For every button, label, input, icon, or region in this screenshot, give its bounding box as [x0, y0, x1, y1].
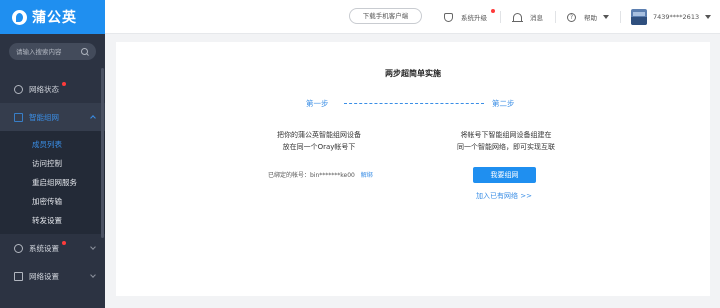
- submenu-item-encrypted-transfer[interactable]: 加密传输: [0, 192, 105, 211]
- chevron-down-icon: [90, 244, 96, 250]
- account-menu[interactable]: 7439****2613: [631, 9, 712, 25]
- logo-text: 蒲公英: [32, 10, 77, 26]
- download-app-button[interactable]: 下载手机客户端: [349, 8, 422, 24]
- step-two-label: 第二步: [492, 99, 515, 108]
- divider: [555, 11, 556, 23]
- sidebar-item-label: 智能组网: [29, 112, 59, 122]
- help-menu[interactable]: ? 帮助: [567, 10, 609, 24]
- network-settings-icon: [14, 271, 23, 281]
- chevron-down-icon: [90, 272, 96, 278]
- system-upgrade-button[interactable]: 系统升级: [444, 9, 495, 24]
- messages-label: 消息: [530, 14, 543, 22]
- sidebar-item-label: 网络设置: [29, 271, 59, 281]
- sidebar-scrollbar[interactable]: [101, 68, 104, 238]
- gear-icon: [14, 243, 23, 253]
- bell-icon: [512, 13, 523, 22]
- network-status-icon: [14, 84, 23, 94]
- sidebar: 蒲公英 网络状态 智能组网 成员列表 访问控制 重启组网服务 加密传输 转发设置…: [0, 0, 105, 308]
- chevron-up-icon: [90, 115, 96, 121]
- sidebar-item-network-status[interactable]: 网络状态: [0, 75, 105, 103]
- bound-account-text: 已绑定的帐号：bin*******ke00: [268, 172, 355, 179]
- submenu-item-restart-service[interactable]: 重启组网服务: [0, 173, 105, 192]
- step-one-line-2: 放在同一个Oray帐号下: [282, 143, 356, 151]
- step-connector-line: [344, 103, 484, 104]
- shield-icon: [444, 12, 453, 22]
- notification-dot: [62, 241, 66, 245]
- app-logo[interactable]: 蒲公英: [0, 0, 105, 34]
- caret-down-icon: [705, 15, 712, 19]
- create-network-button[interactable]: 我要组网: [473, 167, 536, 183]
- unbind-link[interactable]: 解绑: [361, 172, 373, 179]
- step-one-label: 第一步: [306, 99, 329, 108]
- submenu-item-forwarding[interactable]: 转发设置: [0, 211, 105, 230]
- notification-dot: [62, 82, 66, 86]
- step-two-description: 将帐号下智能组网设备组建在 同一个智能网络，即可实现互联: [436, 129, 576, 153]
- system-upgrade-label: 系统升级: [461, 14, 487, 22]
- sidebar-item-system-settings[interactable]: 系统设置: [0, 234, 105, 262]
- main-card: 两步超简单实施 第一步 第二步 把你的蒲公英智能组网设备 放在同一个Oray帐号…: [116, 42, 710, 296]
- submenu: 成员列表 访问控制 重启组网服务 加密传输 转发设置: [0, 131, 105, 234]
- search-icon[interactable]: [81, 47, 89, 56]
- sidebar-item-smart-networking[interactable]: 智能组网: [0, 103, 105, 131]
- notification-dot: [491, 9, 495, 13]
- sidebar-item-network-settings[interactable]: 网络设置: [0, 262, 105, 290]
- sidebar-nav: 网络状态 智能组网 成员列表 访问控制 重启组网服务 加密传输 转发设置 系统设…: [0, 75, 105, 290]
- sidebar-item-label: 网络状态: [29, 84, 59, 94]
- search-input[interactable]: [16, 47, 81, 56]
- avatar: [631, 9, 647, 25]
- page-title: 两步超简单实施: [385, 69, 441, 78]
- divider: [620, 11, 621, 23]
- step-two-line-1: 将帐号下智能组网设备组建在: [460, 131, 552, 139]
- step-two-line-2: 同一个智能网络，即可实现互联: [457, 143, 555, 151]
- account-name: 7439****2613: [653, 13, 700, 21]
- caret-down-icon: [603, 15, 609, 19]
- submenu-item-members[interactable]: 成员列表: [0, 135, 105, 154]
- top-bar: 下载手机客户端 系统升级 消息 ? 帮助 7439****2613: [105, 0, 720, 34]
- smart-networking-icon: [14, 112, 23, 122]
- join-network-link[interactable]: 加入已有网络 >>: [476, 191, 532, 201]
- help-icon: ?: [567, 12, 576, 22]
- messages-button[interactable]: 消息: [512, 10, 543, 24]
- submenu-item-access-control[interactable]: 访问控制: [0, 154, 105, 173]
- sidebar-search: [9, 43, 96, 60]
- step-one-line-1: 把你的蒲公英智能组网设备: [277, 131, 361, 139]
- step-one-description: 把你的蒲公英智能组网设备 放在同一个Oray帐号下: [249, 129, 389, 153]
- help-label: 帮助: [584, 14, 597, 22]
- divider: [500, 11, 501, 23]
- sidebar-item-label: 系统设置: [29, 243, 59, 253]
- dandelion-logo-icon: [12, 9, 27, 25]
- bound-account: 已绑定的帐号：bin*******ke00 解绑: [268, 170, 373, 179]
